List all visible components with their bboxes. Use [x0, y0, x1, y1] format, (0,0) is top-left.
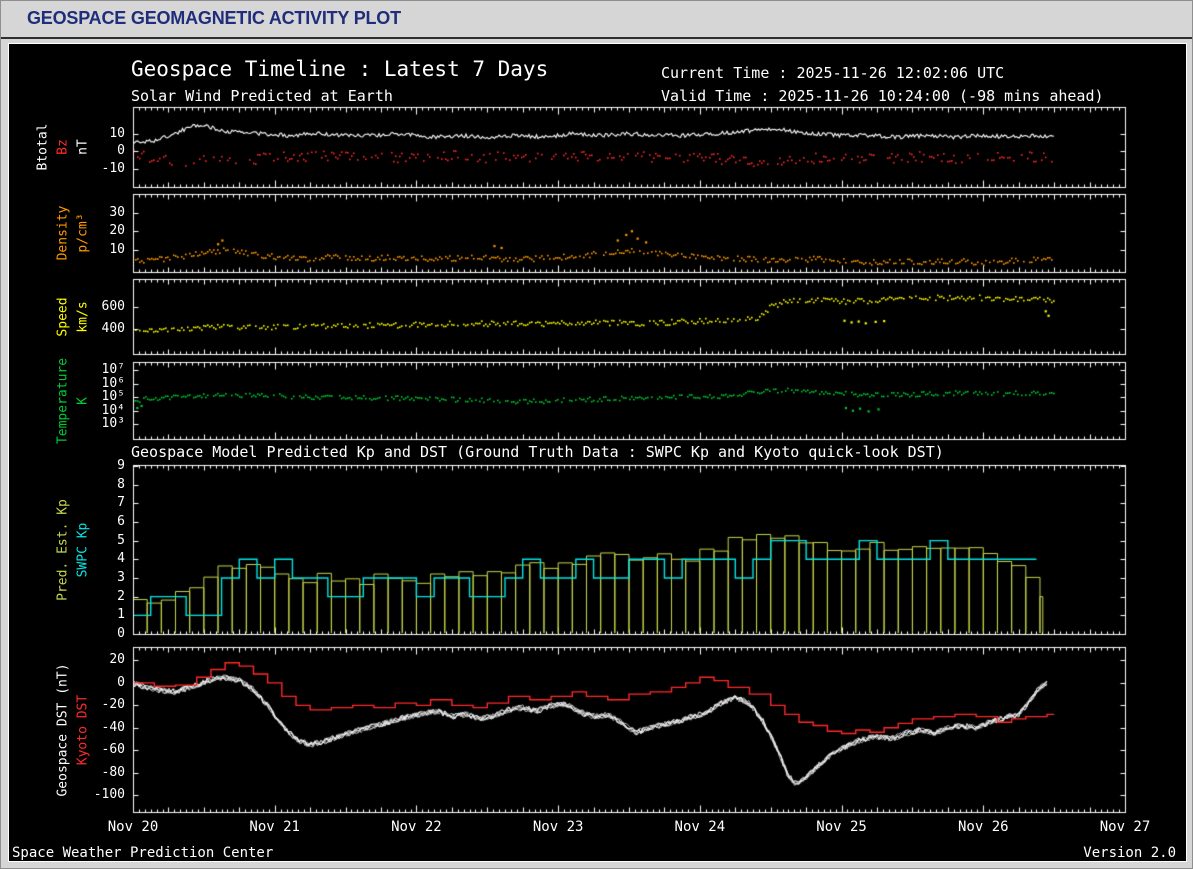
- axis-label-dst-1: Kyoto DST: [75, 694, 91, 765]
- x-tick-label: Nov 26: [957, 819, 1009, 835]
- geospace-activity-page: GEOSPACE GEOMAGNETIC ACTIVITY PLOT Geosp…: [0, 0, 1193, 869]
- axis-label-imf-0: Btotal: [35, 123, 51, 171]
- y-tick-label: 10³: [101, 416, 125, 432]
- kp-dst-section-title: Geospace Model Predicted Kp and DST (Gro…: [131, 443, 944, 461]
- valid-time-label: Valid Time : 2025-11-26 10:24:00 (-98 mi…: [661, 87, 1104, 105]
- axis-label-temp-0: Temperature: [55, 357, 71, 444]
- x-tick-label: Nov 25: [816, 819, 867, 835]
- y-tick-label: 10⁷: [101, 362, 125, 378]
- x-tick-label: Nov 21: [249, 819, 300, 835]
- axis-label-dst-0: Geospace DST (nT): [55, 662, 71, 797]
- solar-wind-subtitle: Solar Wind Predicted at Earth: [131, 87, 393, 105]
- page-title: GEOSPACE GEOMAGNETIC ACTIVITY PLOT: [27, 8, 401, 28]
- geospace-plot: Geospace Timeline : Latest 7 Days Curren…: [8, 43, 1187, 862]
- y-tick-label: 20: [109, 652, 125, 668]
- axis-label-kp-0: Pred. Est. Kp: [55, 498, 71, 601]
- y-tick-label: 9: [117, 457, 125, 473]
- axis-label-imf-1: Bz: [55, 139, 71, 155]
- axis-label-temp-1: K: [75, 396, 91, 405]
- y-tick-label: -10: [101, 161, 125, 177]
- footer-swpc-label: Space Weather Prediction Center: [12, 845, 274, 861]
- axis-label-kp-1: SWPC Kp: [75, 522, 91, 577]
- x-tick-label: Nov 27: [1099, 819, 1151, 835]
- footer-version-label: Version 2.0: [1083, 845, 1176, 861]
- axis-label-speed-1: km/s: [75, 300, 91, 333]
- y-tick-label: 10: [109, 125, 125, 141]
- y-tick-label: 7: [117, 495, 125, 511]
- axis-label-imf-2: nT: [75, 139, 91, 155]
- y-tick-label: 0: [117, 674, 125, 690]
- y-tick-label: 1: [117, 607, 125, 623]
- y-tick-label: 10⁶: [101, 375, 125, 391]
- x-tick-label: Nov 23: [532, 819, 584, 835]
- chart-title: Geospace Timeline : Latest 7 Days: [131, 57, 549, 81]
- x-tick-label: Nov 24: [674, 819, 726, 835]
- x-tick-label: Nov 20: [107, 819, 159, 835]
- y-tick-label: -80: [101, 764, 125, 780]
- axis-label-speed-0: Speed: [55, 296, 71, 337]
- y-tick-label: 0: [117, 626, 125, 641]
- axis-label-density-1: p/cm³: [75, 213, 91, 253]
- x-tick-label: Nov 22: [391, 819, 442, 835]
- y-tick-label: 10⁴: [101, 402, 125, 418]
- header-band: GEOSPACE GEOMAGNETIC ACTIVITY PLOT: [1, 1, 1192, 37]
- y-tick-label: -100: [93, 787, 125, 803]
- header-divider: [1, 37, 1192, 39]
- current-time-label: Current Time : 2025-11-26 12:02:06 UTC: [661, 64, 1005, 82]
- y-tick-label: 8: [117, 476, 125, 492]
- y-tick-label: 2: [117, 588, 125, 604]
- axis-label-density-0: Density: [55, 205, 71, 261]
